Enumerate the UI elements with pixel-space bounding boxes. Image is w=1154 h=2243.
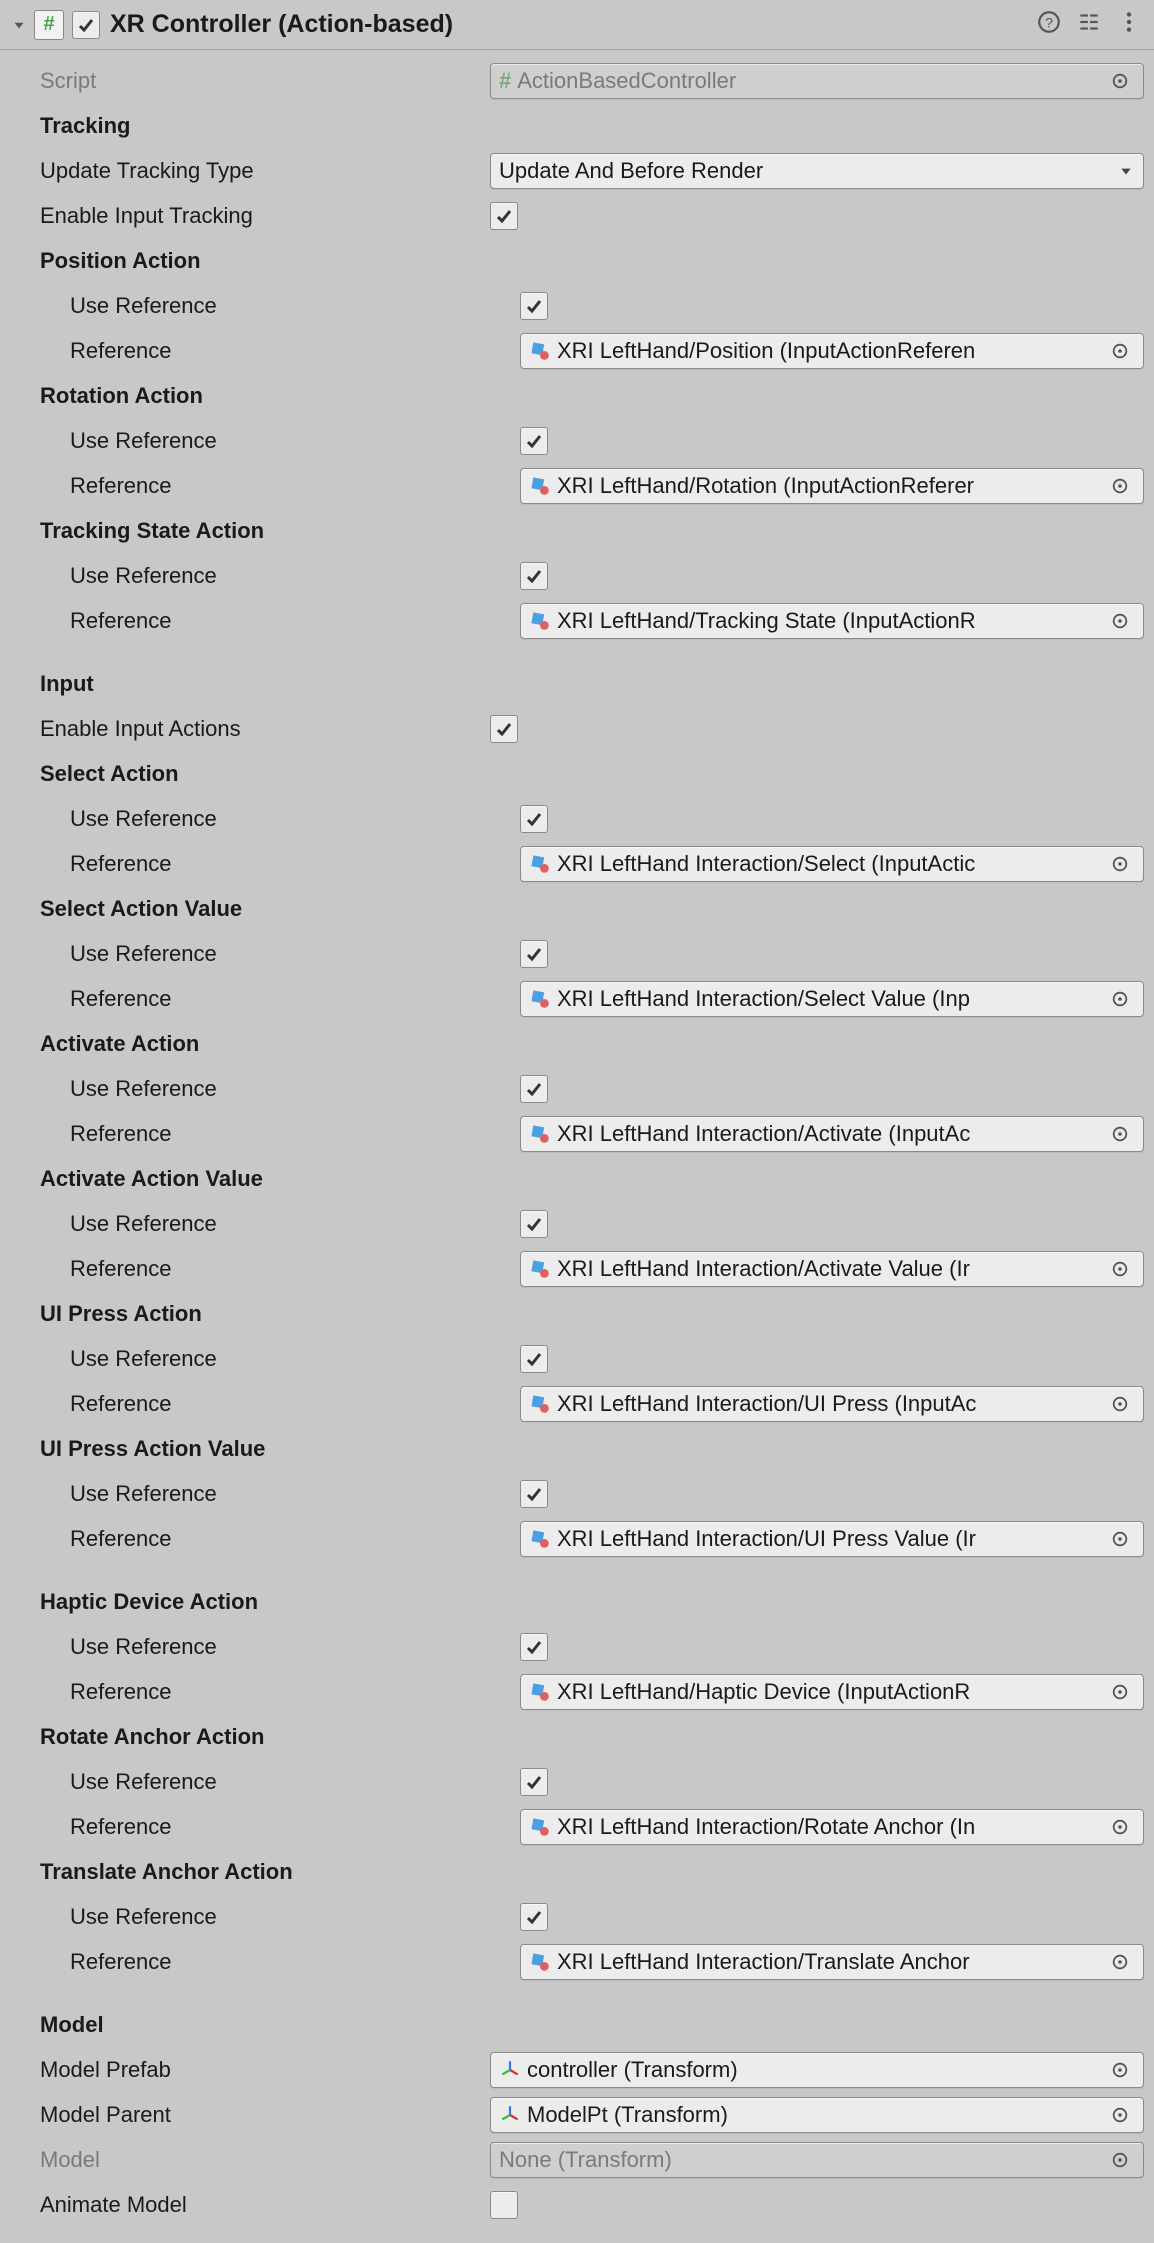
input-action-icon (529, 1258, 551, 1280)
ui-press-action-value-heading: UI Press Action Value (10, 1426, 1144, 1471)
svg-text:?: ? (1045, 14, 1053, 30)
position-action-reference-field[interactable]: XRI LeftHand/Position (InputActionRefere… (520, 333, 1144, 369)
enable-input-actions-checkbox[interactable] (490, 715, 518, 743)
ui-press-action-value-use-reference-checkbox[interactable] (520, 1480, 548, 1508)
object-picker-icon[interactable] (1105, 612, 1135, 630)
haptic-device-action-heading: Haptic Device Action (10, 1579, 1144, 1624)
translate-anchor-use-reference-checkbox[interactable] (520, 1903, 548, 1931)
ui-press-action-value-reference-field[interactable]: XRI LeftHand Interaction/UI Press Value … (520, 1521, 1144, 1557)
haptic-device-use-reference-checkbox[interactable] (520, 1633, 548, 1661)
input-action-icon (529, 1951, 551, 1973)
select-action-value-use-reference-checkbox[interactable] (520, 940, 548, 968)
update-tracking-type-row: Update Tracking Type Update And Before R… (10, 148, 1144, 193)
tracking-state-reference-field[interactable]: XRI LeftHand/Tracking State (InputAction… (520, 603, 1144, 639)
model-prefab-field[interactable]: controller (Transform) (490, 2052, 1144, 2088)
input-heading: Input (10, 661, 1144, 706)
help-icon[interactable]: ? (1036, 9, 1062, 41)
script-row: Script # ActionBasedController (10, 58, 1144, 103)
rotation-action-reference-field[interactable]: XRI LeftHand/Rotation (InputActionRefere… (520, 468, 1144, 504)
activate-action-reference-field[interactable]: XRI LeftHand Interaction/Activate (Input… (520, 1116, 1144, 1152)
transform-icon (499, 2059, 521, 2081)
input-action-icon (529, 1681, 551, 1703)
rotation-action-heading: Rotation Action (10, 373, 1144, 418)
activate-action-value-reference-field[interactable]: XRI LeftHand Interaction/Activate Value … (520, 1251, 1144, 1287)
input-action-icon (529, 1393, 551, 1415)
enable-input-tracking-label: Enable Input Tracking (10, 203, 490, 229)
select-action-heading: Select Action (10, 751, 1144, 796)
object-picker-icon[interactable] (1105, 1125, 1135, 1143)
position-action-reference-row: Reference XRI LeftHand/Position (InputAc… (10, 328, 1144, 373)
ui-press-action-heading: UI Press Action (10, 1291, 1144, 1336)
rotation-action-use-reference-checkbox[interactable] (520, 427, 548, 455)
object-picker-icon[interactable] (1105, 990, 1135, 1008)
presets-icon[interactable] (1076, 9, 1102, 41)
input-action-icon (529, 340, 551, 362)
object-picker-icon[interactable] (1105, 1530, 1135, 1548)
activate-action-use-reference-checkbox[interactable] (520, 1075, 548, 1103)
rotate-anchor-use-reference-checkbox[interactable] (520, 1768, 548, 1796)
ui-press-action-reference-field[interactable]: XRI LeftHand Interaction/UI Press (Input… (520, 1386, 1144, 1422)
model-field[interactable]: None (Transform) (490, 2142, 1144, 2178)
input-action-icon (529, 853, 551, 875)
animate-model-checkbox[interactable] (490, 2191, 518, 2219)
position-action-use-reference-row: Use Reference (10, 283, 1144, 328)
select-action-value-heading: Select Action Value (10, 886, 1144, 931)
object-picker-icon[interactable] (1105, 477, 1135, 495)
chevron-down-icon (1117, 164, 1135, 178)
rotate-anchor-action-heading: Rotate Anchor Action (10, 1714, 1144, 1759)
activate-action-value-use-reference-checkbox[interactable] (520, 1210, 548, 1238)
ui-press-action-use-reference-checkbox[interactable] (520, 1345, 548, 1373)
position-action-heading: Position Action (10, 238, 1144, 283)
script-value: ActionBasedController (517, 68, 1105, 94)
select-action-reference-field[interactable]: XRI LeftHand Interaction/Select (InputAc… (520, 846, 1144, 882)
foldout-toggle[interactable] (8, 14, 30, 36)
input-action-icon (529, 1528, 551, 1550)
object-picker-icon[interactable] (1105, 855, 1135, 873)
object-picker-icon[interactable] (1105, 1395, 1135, 1413)
context-menu-icon[interactable] (1116, 9, 1142, 41)
model-heading: Model (10, 2002, 1144, 2047)
component-header: # XR Controller (Action-based) ? (0, 0, 1154, 50)
enable-input-tracking-checkbox[interactable] (490, 202, 518, 230)
input-action-icon (529, 988, 551, 1010)
model-parent-field[interactable]: ModelPt (Transform) (490, 2097, 1144, 2133)
inspector-component-panel: # XR Controller (Action-based) ? Script … (0, 0, 1154, 2243)
haptic-device-reference-field[interactable]: XRI LeftHand/Haptic Device (InputActionR (520, 1674, 1144, 1710)
tracking-heading: Tracking (10, 103, 1144, 148)
object-picker-icon[interactable] (1105, 72, 1135, 90)
component-title: XR Controller (Action-based) (110, 10, 1036, 39)
script-icon: # (34, 10, 64, 40)
object-picker-icon[interactable] (1105, 342, 1135, 360)
translate-anchor-reference-field[interactable]: XRI LeftHand Interaction/Translate Ancho… (520, 1944, 1144, 1980)
position-action-use-reference-checkbox[interactable] (520, 292, 548, 320)
component-body: Script # ActionBasedController Tracking … (0, 50, 1154, 2227)
input-action-icon (529, 1816, 551, 1838)
rotate-anchor-reference-field[interactable]: XRI LeftHand Interaction/Rotate Anchor (… (520, 1809, 1144, 1845)
hash-icon: # (499, 68, 511, 94)
enable-input-tracking-row: Enable Input Tracking (10, 193, 1144, 238)
update-tracking-type-dropdown[interactable]: Update And Before Render (490, 153, 1144, 189)
object-picker-icon[interactable] (1105, 1818, 1135, 1836)
input-action-icon (529, 1123, 551, 1145)
tracking-state-action-heading: Tracking State Action (10, 508, 1144, 553)
script-label: Script (10, 68, 490, 94)
object-picker-icon[interactable] (1105, 2061, 1135, 2079)
input-action-icon (529, 610, 551, 632)
activate-action-value-heading: Activate Action Value (10, 1156, 1144, 1201)
select-action-value-reference-field[interactable]: XRI LeftHand Interaction/Select Value (I… (520, 981, 1144, 1017)
script-field[interactable]: # ActionBasedController (490, 63, 1144, 99)
update-tracking-type-label: Update Tracking Type (10, 158, 490, 184)
object-picker-icon[interactable] (1105, 1260, 1135, 1278)
object-picker-icon[interactable] (1105, 2151, 1135, 2169)
object-picker-icon[interactable] (1105, 2106, 1135, 2124)
select-action-use-reference-checkbox[interactable] (520, 805, 548, 833)
activate-action-heading: Activate Action (10, 1021, 1144, 1066)
object-picker-icon[interactable] (1105, 1953, 1135, 1971)
component-enabled-checkbox[interactable] (72, 11, 100, 39)
translate-anchor-action-heading: Translate Anchor Action (10, 1849, 1144, 1894)
transform-icon (499, 2104, 521, 2126)
tracking-state-use-reference-checkbox[interactable] (520, 562, 548, 590)
input-action-icon (529, 475, 551, 497)
object-picker-icon[interactable] (1105, 1683, 1135, 1701)
